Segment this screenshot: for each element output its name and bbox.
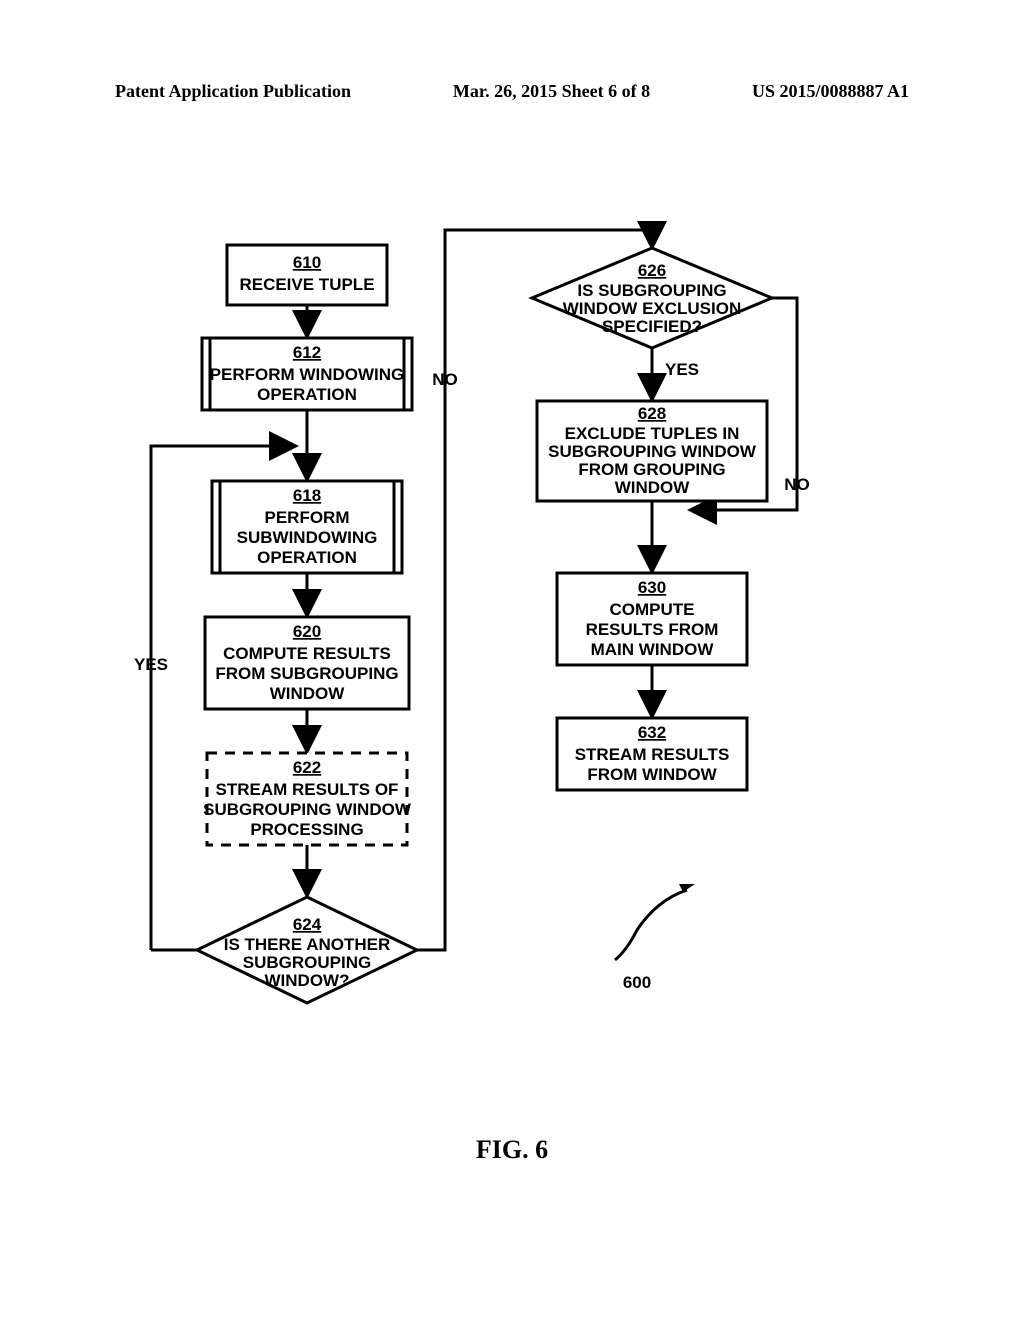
num-610: 610 bbox=[293, 253, 321, 272]
text-612-1: PERFORM WINDOWING bbox=[210, 365, 405, 384]
text-620-1: COMPUTE RESULTS bbox=[223, 644, 391, 663]
text-630-1: COMPUTE bbox=[610, 600, 695, 619]
text-624-1: IS THERE ANOTHER bbox=[224, 935, 391, 954]
header-right: US 2015/0088887 A1 bbox=[752, 82, 909, 100]
text-624-3: WINDOW? bbox=[265, 971, 350, 990]
label-yes1: YES bbox=[134, 655, 168, 674]
text-628-1: EXCLUDE TUPLES IN bbox=[565, 424, 740, 443]
num-618: 618 bbox=[293, 486, 321, 505]
page-header: Patent Application Publication Mar. 26, … bbox=[0, 82, 1024, 100]
figure-label: FIG. 6 bbox=[0, 1135, 1024, 1165]
text-628-3: FROM GROUPING bbox=[578, 460, 725, 479]
text-620-3: WINDOW bbox=[270, 684, 346, 703]
text-612-2: OPERATION bbox=[257, 385, 357, 404]
num-628: 628 bbox=[638, 404, 666, 423]
flowchart: 610 RECEIVE TUPLE 612 PERFORM WINDOWING … bbox=[97, 190, 927, 1110]
text-622-2: SUBGROUPING WINDOW bbox=[203, 800, 412, 819]
text-632-1: STREAM RESULTS bbox=[575, 745, 730, 764]
num-630: 630 bbox=[638, 578, 666, 597]
text-626-3: SPECIFIED? bbox=[602, 317, 702, 336]
text-632-2: FROM WINDOW bbox=[587, 765, 717, 784]
num-612: 612 bbox=[293, 343, 321, 362]
num-624: 624 bbox=[293, 915, 322, 934]
text-624-2: SUBGROUPING bbox=[243, 953, 371, 972]
text-622-1: STREAM RESULTS OF bbox=[216, 780, 399, 799]
ref-squiggle bbox=[615, 890, 687, 960]
label-yes2: YES bbox=[665, 360, 699, 379]
ref-600: 600 bbox=[623, 973, 651, 992]
text-628-2: SUBGROUPING WINDOW bbox=[548, 442, 757, 461]
text-626-2: WINDOW EXCLUSION bbox=[563, 299, 742, 318]
num-620: 620 bbox=[293, 622, 321, 641]
text-626-1: IS SUBGROUPING bbox=[577, 281, 726, 300]
num-626: 626 bbox=[638, 261, 666, 280]
num-632: 632 bbox=[638, 723, 666, 742]
num-622: 622 bbox=[293, 758, 321, 777]
text-618-2: SUBWINDOWING bbox=[237, 528, 378, 547]
label-no1: NO bbox=[432, 370, 458, 389]
page: Patent Application Publication Mar. 26, … bbox=[0, 0, 1024, 1320]
label-no2: NO bbox=[784, 475, 810, 494]
text-630-2: RESULTS FROM bbox=[586, 620, 719, 639]
text-620-2: FROM SUBGROUPING bbox=[215, 664, 398, 683]
text-618-3: OPERATION bbox=[257, 548, 357, 567]
text-618-1: PERFORM bbox=[265, 508, 350, 527]
header-left: Patent Application Publication bbox=[115, 82, 351, 100]
header-center: Mar. 26, 2015 Sheet 6 of 8 bbox=[453, 82, 650, 100]
text-610-1: RECEIVE TUPLE bbox=[239, 275, 374, 294]
text-628-4: WINDOW bbox=[615, 478, 691, 497]
text-622-3: PROCESSING bbox=[250, 820, 363, 839]
text-630-3: MAIN WINDOW bbox=[591, 640, 715, 659]
